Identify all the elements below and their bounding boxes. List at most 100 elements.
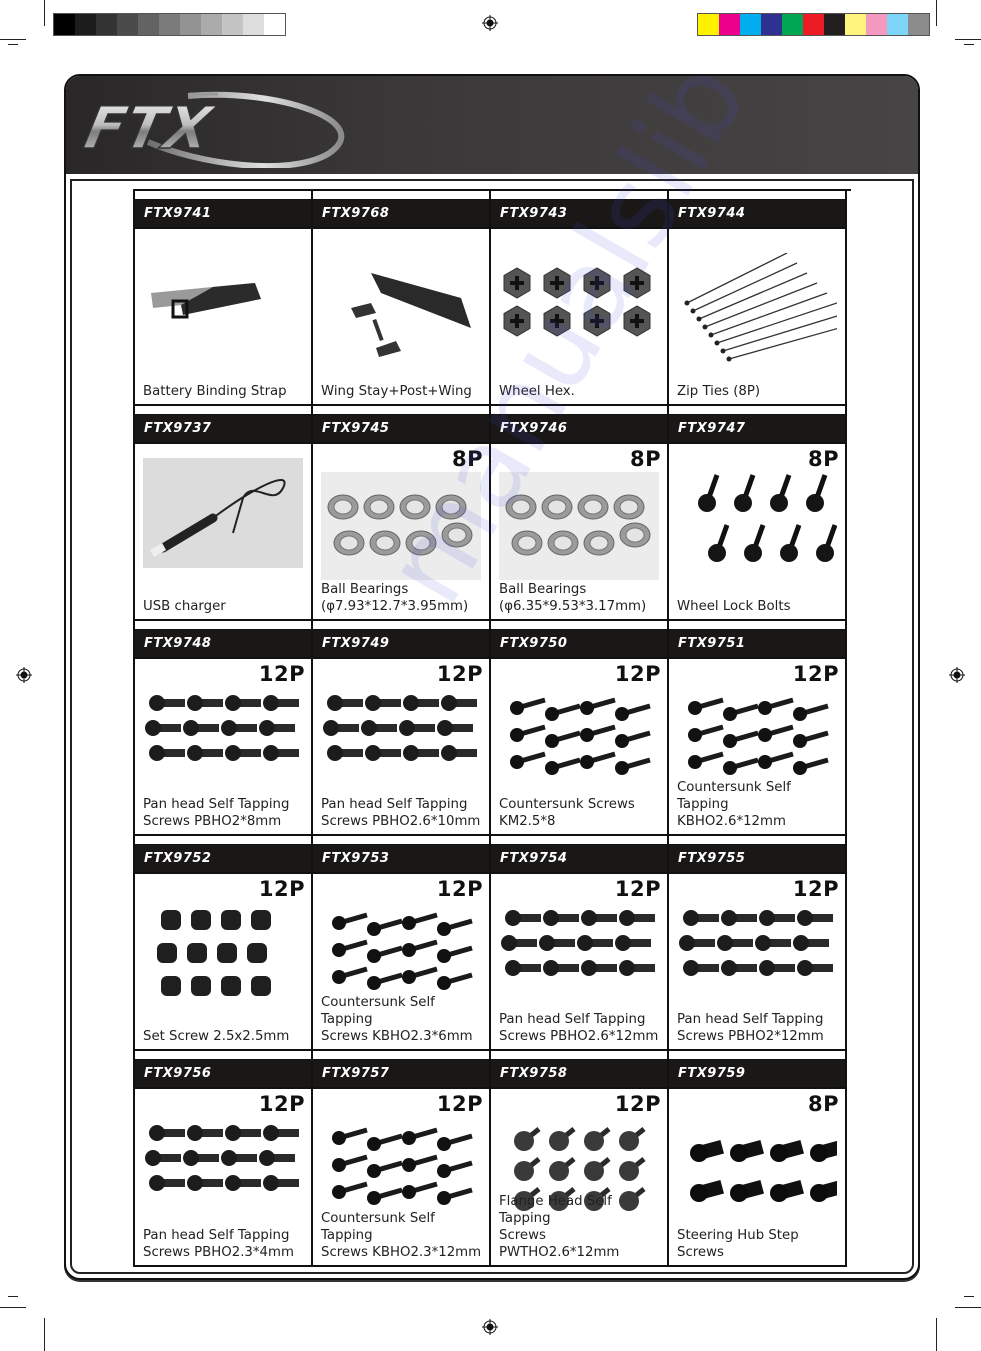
color-swatch bbox=[803, 14, 824, 35]
crop-mark bbox=[8, 1296, 18, 1297]
color-swatch bbox=[698, 14, 719, 35]
ftx-logo-text: FTX bbox=[79, 95, 220, 162]
part-card-ftx9746: FTX9746 8P Ball Bearings (φ6.35*9.53*3.1… bbox=[491, 406, 669, 621]
part-description: Pan head Self Tapping Screws PBHO2*8mm bbox=[143, 797, 290, 829]
part-code: FTX9747 bbox=[669, 415, 845, 444]
pan-head-screw-icon bbox=[679, 910, 833, 976]
part-card-ftx9743: FTX9743 Wheel Hex. bbox=[491, 191, 669, 406]
registration-mark-icon bbox=[949, 667, 965, 683]
crop-mark bbox=[964, 44, 974, 45]
card-top-strip bbox=[135, 1051, 311, 1060]
color-swatch bbox=[845, 14, 866, 35]
part-card-ftx9737: FTX9737 USB charger bbox=[135, 406, 313, 621]
part-code: FTX9743 bbox=[491, 200, 667, 229]
part-code: FTX9745 bbox=[313, 415, 489, 444]
part-description: USB charger bbox=[143, 599, 226, 614]
crop-mark bbox=[44, 0, 45, 26]
part-card-ftx9758: FTX9758 12P Flange Head Self Tapping Scr… bbox=[491, 1051, 669, 1267]
part-card-ftx9752: FTX9752 12P Set Screw 2.5x2.5mm bbox=[135, 836, 313, 1051]
pan-head-screw-icon bbox=[323, 695, 477, 761]
parts-page-panel: FTX FTX9741 Battery Binding Strap FTX976… bbox=[64, 74, 920, 1280]
part-description: Pan head Self Tapping Screws PBHO2.6*10m… bbox=[321, 797, 481, 829]
part-description: Countersunk Self Tapping Screws KBHO2.3*… bbox=[321, 995, 473, 1044]
part-card-ftx9759: FTX9759 8P Steering Hub Step Screws bbox=[669, 1051, 847, 1267]
card-top-strip bbox=[491, 621, 667, 630]
color-swatch bbox=[75, 14, 96, 35]
ball-bearing-icon bbox=[321, 472, 481, 580]
part-card-ftx9751: FTX9751 12P Countersunk Self Tapping KBH… bbox=[669, 621, 847, 836]
crop-mark bbox=[0, 39, 26, 40]
part-description: Pan head Self Tapping Screws PBHO2*12mm bbox=[677, 1012, 824, 1044]
color-swatch bbox=[782, 14, 803, 35]
color-swatch bbox=[222, 14, 243, 35]
color-swatch bbox=[159, 14, 180, 35]
part-code: FTX9755 bbox=[669, 845, 845, 874]
part-code: FTX9746 bbox=[491, 415, 667, 444]
pan-head-screw-icon bbox=[145, 1125, 299, 1191]
crop-mark bbox=[964, 1296, 974, 1297]
card-top-strip bbox=[669, 1051, 845, 1060]
ball-bearing-icon bbox=[499, 472, 659, 580]
part-card-ftx9755: FTX9755 12P Pan head Self Tapping Screws… bbox=[669, 836, 847, 1051]
part-card-ftx9745: FTX9745 8P Ball Bearings (φ7.93*12.7*3.9… bbox=[313, 406, 491, 621]
ftx-logo-icon: FTX bbox=[78, 91, 345, 168]
countersunk-screw-icon bbox=[332, 1127, 473, 1205]
card-top-strip bbox=[669, 191, 845, 200]
part-description: Ball Bearings (φ7.93*12.7*3.95mm) bbox=[321, 582, 469, 614]
part-code: FTX9752 bbox=[135, 845, 311, 874]
wheel-hex-icon bbox=[503, 267, 651, 337]
countersunk-screw-icon bbox=[688, 697, 829, 775]
part-description: Wheel Lock Bolts bbox=[677, 599, 791, 614]
part-description: Ball Bearings (φ6.35*9.53*3.17mm) bbox=[499, 582, 647, 614]
crop-mark bbox=[936, 1318, 937, 1351]
color-swatch bbox=[96, 14, 117, 35]
color-swatch bbox=[180, 14, 201, 35]
card-top-strip bbox=[491, 1051, 667, 1060]
color-swatch bbox=[264, 14, 285, 35]
part-card-ftx9749: FTX9749 12P Pan head Self Tapping Screws… bbox=[313, 621, 491, 836]
card-top-strip bbox=[135, 836, 311, 845]
process-color-bar bbox=[697, 13, 930, 36]
part-card-ftx9757: FTX9757 12P Countersunk Self Tapping Scr… bbox=[313, 1051, 491, 1267]
color-swatch bbox=[719, 14, 740, 35]
crop-mark bbox=[44, 1318, 45, 1351]
color-swatch bbox=[243, 14, 264, 35]
part-card-ftx9753: FTX9753 12P Countersunk Self Tapping Scr… bbox=[313, 836, 491, 1051]
rear-wing-icon bbox=[351, 273, 471, 357]
part-description: Pan head Self Tapping Screws PBHO2.3*4mm bbox=[143, 1228, 294, 1260]
part-description: Wheel Hex. bbox=[499, 384, 575, 399]
part-code: FTX9756 bbox=[135, 1060, 311, 1089]
part-code: FTX9757 bbox=[313, 1060, 489, 1089]
step-screw-icon bbox=[690, 1140, 837, 1202]
registration-mark-icon bbox=[482, 1319, 498, 1335]
part-code: FTX9737 bbox=[135, 415, 311, 444]
card-top-strip bbox=[135, 191, 311, 200]
card-top-strip bbox=[491, 836, 667, 845]
color-swatch bbox=[117, 14, 138, 35]
crop-mark bbox=[0, 1307, 26, 1308]
card-top-strip bbox=[669, 621, 845, 630]
part-description: Battery Binding Strap bbox=[143, 384, 287, 399]
part-card-ftx9744: FTX9744 Zip Ties (8P) bbox=[669, 191, 847, 406]
card-top-strip bbox=[491, 406, 667, 415]
part-description: Pan head Self Tapping Screws PBHO2.6*12m… bbox=[499, 1012, 659, 1044]
part-card-ftx9756: FTX9756 12P Pan head Self Tapping Screws… bbox=[135, 1051, 313, 1267]
crop-mark bbox=[955, 1307, 981, 1308]
countersunk-screw-icon bbox=[332, 912, 473, 990]
part-description: Countersunk Self Tapping KBHO2.6*12mm bbox=[677, 780, 791, 829]
color-swatch bbox=[54, 14, 75, 35]
card-top-strip bbox=[313, 836, 489, 845]
part-code: FTX9768 bbox=[313, 200, 489, 229]
part-card-ftx9747: FTX9747 8P Wheel Lock Bolts bbox=[669, 406, 847, 621]
grayscale-color-bar bbox=[53, 13, 286, 36]
usb-charger-icon bbox=[143, 458, 303, 568]
crop-mark bbox=[936, 0, 937, 26]
part-code: FTX9741 bbox=[135, 200, 311, 229]
part-code: FTX9748 bbox=[135, 630, 311, 659]
velcro-strap-icon bbox=[151, 283, 261, 319]
part-description: Set Screw 2.5x2.5mm bbox=[143, 1029, 290, 1044]
card-top-strip bbox=[313, 191, 489, 200]
card-top-strip bbox=[313, 621, 489, 630]
card-top-strip bbox=[313, 406, 489, 415]
part-description: Countersunk Screws KM2.5*8 bbox=[499, 797, 635, 829]
